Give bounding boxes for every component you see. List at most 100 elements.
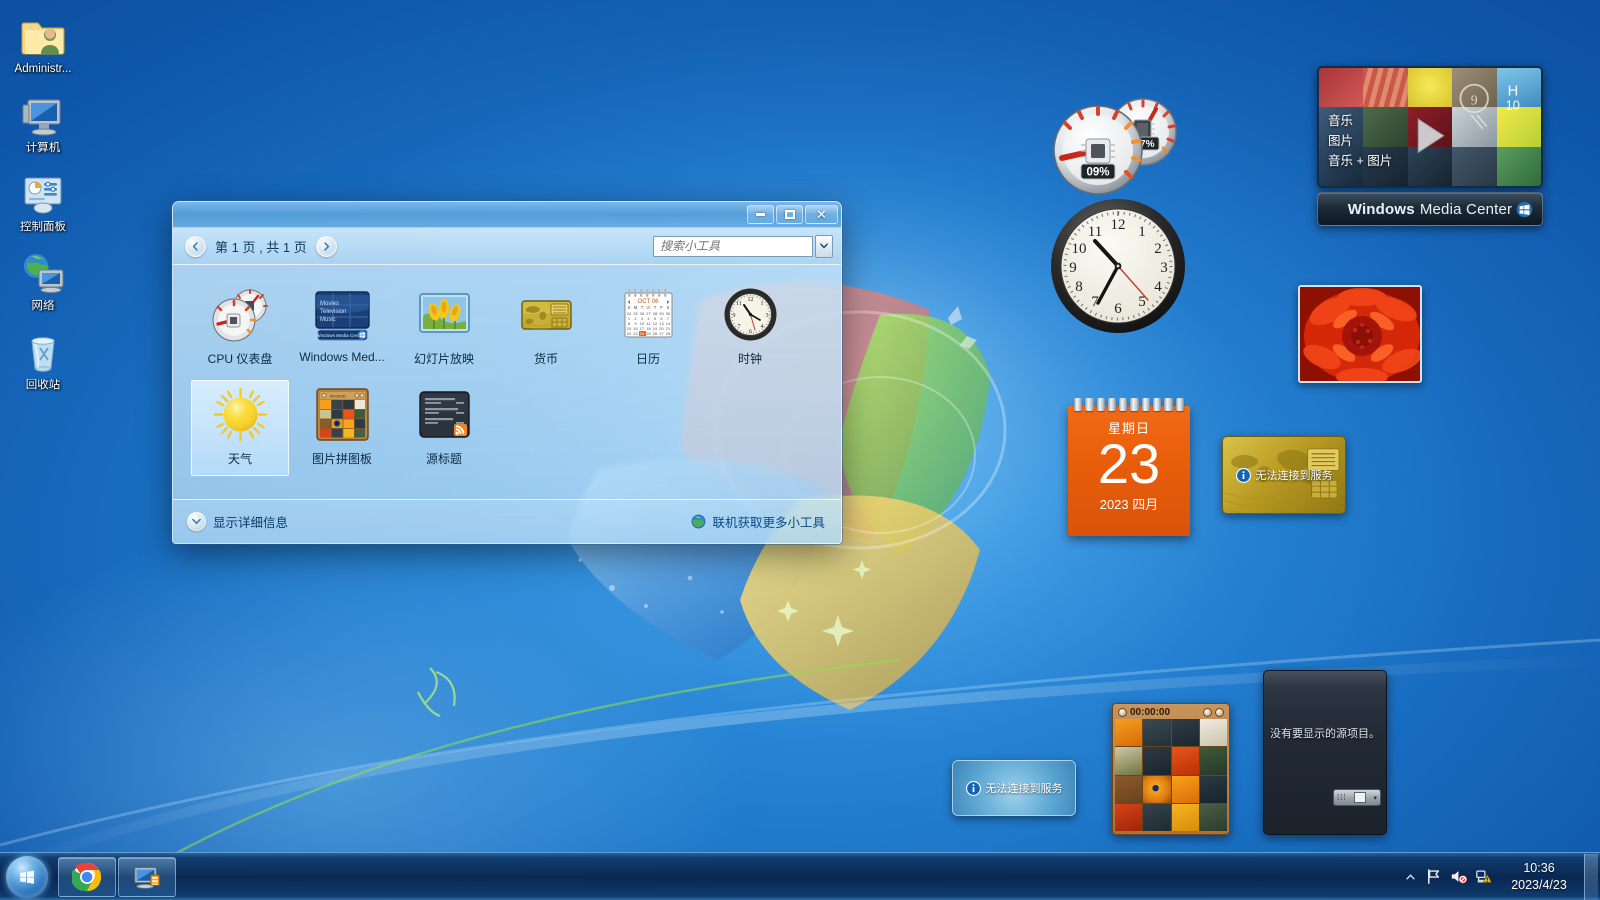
gadget-item-label: CPU 仪表盘: [207, 352, 273, 366]
tray-icon-action-center[interactable]: [1421, 862, 1446, 892]
network-warning-icon: [1475, 870, 1492, 883]
gadget-item-calendar[interactable]: OCT 06 SMT WTFS 24 25 26 27 28 29 30 1234567 8…: [598, 279, 698, 377]
media-center-option-music[interactable]: 音乐: [1328, 111, 1392, 131]
show-details-button[interactable]: 显示详细信息: [187, 512, 288, 531]
feed-controls[interactable]: ⁞⁞⁞ ▾: [1333, 789, 1381, 806]
search-box[interactable]: [653, 235, 817, 257]
feed-stop-button[interactable]: [1354, 792, 1367, 803]
back-icon[interactable]: [1118, 708, 1127, 717]
taskbar-clock[interactable]: 10:36 2023/4/23: [1496, 854, 1582, 900]
taskbar-buttons[interactable]: [58, 856, 176, 897]
windows-logo-icon: [1516, 201, 1533, 217]
search-dropdown-button[interactable]: [815, 234, 833, 258]
calendar-gadget[interactable]: 星期日 23 2023 四月: [1068, 398, 1190, 540]
desktop-icon-administrator[interactable]: Administr...: [4, 8, 82, 79]
previous-page-button[interactable]: [185, 235, 206, 257]
shuffle-icon[interactable]: [1215, 708, 1224, 717]
gadget-grid[interactable]: CPU 仪表盘 Movies Television Music Windows …: [173, 265, 841, 499]
get-more-gadgets-link[interactable]: 联机获取更多小工具: [691, 512, 825, 531]
desktop-gadgets-icon: [134, 866, 160, 889]
desktop-icon-computer[interactable]: 计算机: [4, 87, 82, 158]
show-desktop-button[interactable]: [1584, 853, 1598, 900]
svg-text:26: 26: [652, 331, 657, 336]
search-input[interactable]: [660, 239, 817, 253]
minimize-button[interactable]: [747, 205, 774, 224]
svg-text:23: 23: [633, 331, 638, 336]
gadget-item-clock[interactable]: 12 1 3 4 6 7 9 11 时钟: [700, 279, 800, 377]
svg-text:Television: Television: [320, 309, 346, 315]
control-panel-icon: [19, 170, 67, 218]
picture-puzzle-grid[interactable]: [1115, 719, 1227, 831]
window-controls[interactable]: ✕: [747, 205, 838, 224]
system-tray[interactable]: 10:36 2023/4/23: [1399, 853, 1600, 900]
next-page-button[interactable]: [315, 235, 337, 257]
get-more-gadgets-label: 联机获取更多小工具: [712, 516, 825, 530]
gadget-item-label: 天气: [227, 452, 252, 466]
help-icon[interactable]: [1203, 708, 1212, 717]
media-center-title-bar[interactable]: Windows Media Center: [1317, 192, 1543, 226]
media-center-option-music-pictures[interactable]: 音乐 + 图片: [1328, 151, 1392, 171]
maximize-button[interactable]: [776, 205, 803, 224]
svg-text:24: 24: [639, 331, 644, 336]
svg-text:S: S: [627, 305, 630, 310]
svg-text:6: 6: [1114, 301, 1122, 317]
svg-text:7: 7: [737, 324, 740, 330]
picture-puzzle-toolbar[interactable]: 00:00:00: [1115, 706, 1227, 719]
page-indicator: 第 1 页 , 共 1 页: [215, 239, 307, 255]
feed-empty-message: 没有要显示的源项目。: [1270, 728, 1380, 740]
gadget-gallery-window[interactable]: ✕ 第 1 页 , 共 1 页 搜索小工具 CPU 仪表盘 Movies Tel…: [172, 201, 842, 544]
desktop-icon-label: 网络: [31, 300, 55, 312]
desktop[interactable]: Administr... 计算机 控制面板 网络 回收站 47% 09% 12 …: [0, 0, 1600, 900]
clock-date: 2023/4/23: [1511, 877, 1567, 892]
picture-puzzle-frame: 00:00:00: [1112, 703, 1230, 835]
gadget-item-currency[interactable]: 货币: [496, 279, 596, 377]
tray-icon-network-warning[interactable]: [1471, 862, 1496, 892]
gadget-item-picture-puzzle[interactable]: 00:00:00 图片拼图板: [292, 379, 392, 477]
desktop-icon-recycle-bin[interactable]: 回收站: [4, 324, 82, 395]
action-center-flag-icon: [1428, 869, 1440, 884]
taskbar-button-desktop-gadgets[interactable]: [118, 856, 176, 897]
picture-puzzle-gadget[interactable]: 00:00:00: [1112, 703, 1230, 835]
slideshow-gadget[interactable]: [1298, 285, 1422, 383]
gadget-item-cpu-meter[interactable]: CPU 仪表盘: [190, 279, 290, 377]
window-title-bar[interactable]: ✕: [173, 202, 841, 228]
calendar-day-number: 23: [1097, 432, 1161, 495]
gadget-item-media-center[interactable]: Movies Television Music Windows Media Ce…: [292, 279, 392, 377]
feed-headlines-gadget[interactable]: 没有要显示的源项目。 ⁞⁞⁞ ▾: [1263, 670, 1387, 835]
taskbar[interactable]: 10:36 2023/4/23: [0, 852, 1600, 900]
gallery-toolbar[interactable]: 第 1 页 , 共 1 页: [173, 228, 841, 265]
clock-gadget[interactable]: 12 1 2 3 4 5 6 7 8 9 10 11: [1048, 196, 1188, 336]
start-button[interactable]: [2, 854, 52, 900]
feed-headlines-gadget-icon: [416, 386, 473, 443]
desktop-icon-network[interactable]: 网络: [4, 245, 82, 316]
media-center-gadget[interactable]: 9 H 10 音乐 图片 音乐 + 图片 Windows Media Cente…: [1317, 66, 1543, 231]
chevron-down-icon[interactable]: ▾: [1373, 794, 1377, 802]
taskbar-button-chrome[interactable]: [58, 856, 116, 897]
media-center-option-pictures[interactable]: 图片: [1328, 131, 1392, 151]
gadget-item-feed-headlines[interactable]: 源标题: [394, 379, 494, 477]
media-center-title-light: Media Center: [1419, 200, 1513, 218]
tray-icon-volume-muted[interactable]: [1446, 862, 1471, 892]
tray-overflow-button[interactable]: [1399, 862, 1421, 892]
gadget-item-slideshow[interactable]: 幻灯片放映: [394, 279, 494, 377]
weather-gadget[interactable]: 无法连接到服务: [952, 760, 1076, 816]
gadget-item-label: Windows Med...: [299, 350, 385, 364]
svg-text:8: 8: [1075, 279, 1083, 295]
svg-text:F: F: [660, 305, 663, 310]
computer-icon: [19, 91, 67, 139]
desktop-icon-control-panel[interactable]: 控制面板: [4, 166, 82, 237]
gadget-item-label: 幻灯片放映: [413, 352, 474, 366]
svg-text:S: S: [666, 305, 669, 310]
media-center-options[interactable]: 音乐 图片 音乐 + 图片: [1328, 111, 1392, 171]
gadget-item-weather[interactable]: 天气: [190, 379, 290, 477]
currency-gadget[interactable]: 无法连接到服务: [1222, 436, 1346, 514]
close-button[interactable]: ✕: [805, 205, 838, 224]
currency-status-message: 无法连接到服务: [1255, 470, 1333, 482]
clock-gadget-icon: 12 1 3 4 6 7 9 11: [722, 286, 779, 343]
gallery-status-bar[interactable]: 显示详细信息 联机获取更多小工具: [173, 499, 841, 543]
search-area[interactable]: [653, 234, 833, 258]
svg-text:11: 11: [1088, 224, 1102, 240]
cpu-meter-gadget[interactable]: 47% 09%: [1048, 92, 1183, 202]
calendar-rings: [1068, 398, 1190, 411]
close-icon: ✕: [816, 207, 827, 222]
